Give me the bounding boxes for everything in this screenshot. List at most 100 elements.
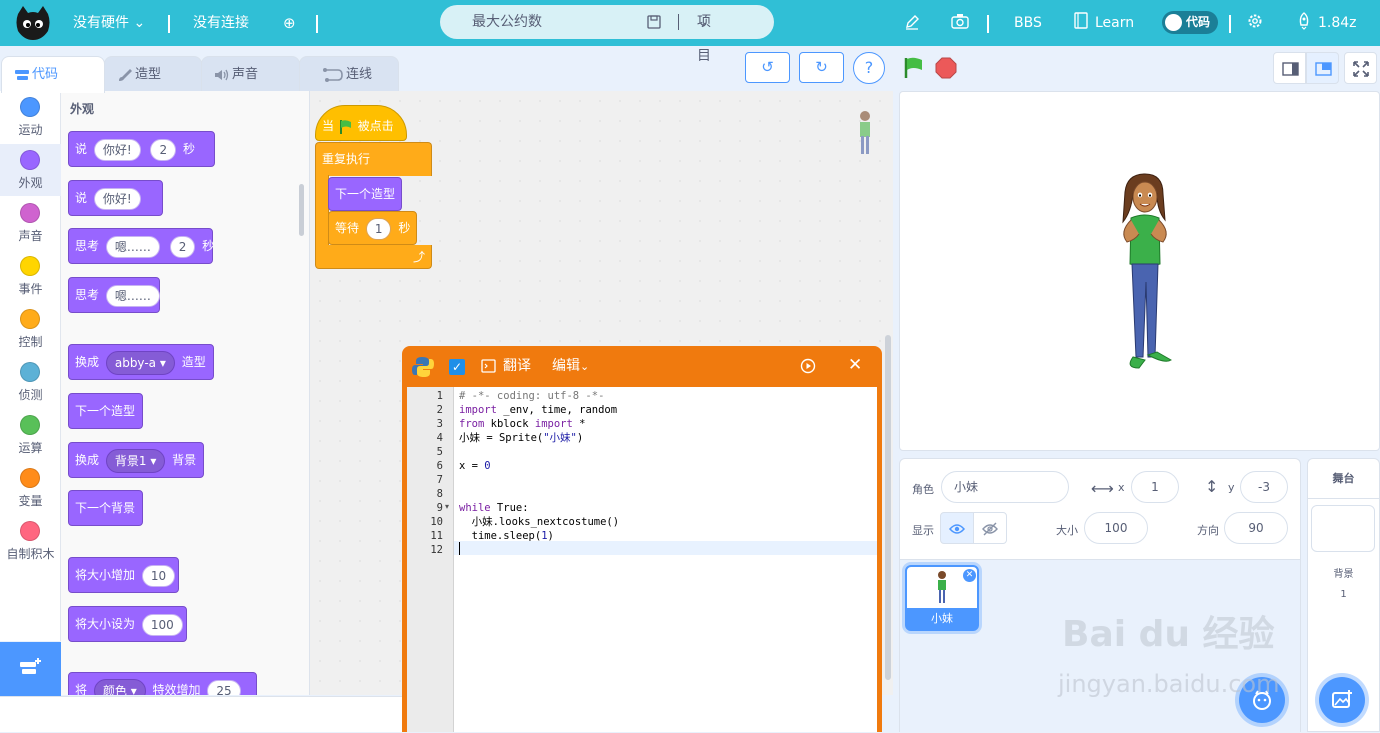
y-input[interactable]: -3	[1240, 471, 1288, 503]
block-input[interactable]: 25	[207, 679, 241, 695]
show-sprite-button[interactable]	[940, 512, 974, 544]
block-switch-costume[interactable]: 换成 abby-a ▾ 造型	[68, 344, 214, 380]
help-button[interactable]: ?	[853, 52, 885, 84]
tab-code[interactable]: 代码	[1, 56, 105, 93]
block-input[interactable]: 2	[150, 138, 177, 161]
direction-label: 方向	[1197, 524, 1219, 537]
when-flag-clicked-block[interactable]: 当 被点击	[315, 105, 407, 141]
redo-button[interactable]: ↻	[799, 52, 844, 83]
block-input[interactable]: 100	[141, 613, 183, 636]
learn-link[interactable]: Learn	[1095, 0, 1134, 46]
stop-icon[interactable]	[935, 57, 957, 79]
category-operators[interactable]: 运算	[0, 409, 61, 461]
cat-logo-icon[interactable]	[14, 4, 52, 42]
category-label: 外观	[18, 176, 43, 190]
block-text: 秒	[398, 221, 411, 235]
globe-icon[interactable]: ⊕	[283, 0, 296, 46]
small-stage-button[interactable]	[1273, 52, 1306, 84]
add-extension-button[interactable]	[0, 642, 61, 696]
block-say-for-secs[interactable]: 说 你好! 2 秒	[68, 131, 215, 167]
category-sensing[interactable]: 侦测	[0, 356, 61, 408]
save-icon[interactable]	[647, 15, 661, 29]
pencil-icon[interactable]	[904, 14, 920, 30]
sync-checkbox[interactable]: ✓	[449, 359, 465, 375]
sprite-thumb-name: 小妹	[907, 608, 977, 629]
script-scrollbar[interactable]	[885, 335, 891, 680]
effect-dropdown[interactable]: 颜色 ▾	[93, 678, 146, 695]
block-switch-backdrop[interactable]: 换成 背景1 ▾ 背景	[68, 442, 204, 478]
block-think[interactable]: 思考 嗯……	[68, 277, 160, 313]
stage-canvas[interactable]	[899, 91, 1380, 451]
python-logo-icon	[412, 357, 434, 377]
code-mode-toggle[interactable]: 代码	[1162, 11, 1218, 34]
palette-scrollbar[interactable]	[299, 184, 304, 236]
project-menu[interactable]: 项目 ⌄	[697, 5, 711, 64]
block-next-costume[interactable]: 下一个造型	[68, 393, 143, 429]
block-input[interactable]: 你好!	[93, 187, 141, 210]
run-icon[interactable]	[800, 358, 816, 374]
script-next-costume-block[interactable]: 下一个造型	[328, 177, 402, 211]
block-input[interactable]: 2	[169, 235, 196, 258]
variables-dot-icon	[20, 468, 40, 488]
block-change-effect[interactable]: 将 颜色 ▾ 特效增加 25	[68, 672, 257, 695]
x-input[interactable]: 1	[1131, 471, 1179, 503]
costume-dropdown[interactable]: abby-a ▾	[105, 350, 175, 375]
line-number: 1	[436, 390, 443, 402]
green-flag-icon[interactable]	[902, 56, 926, 80]
undo-button[interactable]: ↺	[745, 52, 790, 83]
tab-sounds[interactable]: 声音	[201, 56, 300, 92]
choose-backdrop-button[interactable]	[1319, 677, 1365, 723]
block-input[interactable]: 嗯……	[105, 284, 160, 307]
block-input[interactable]: 10	[141, 564, 176, 587]
direction-input[interactable]: 90	[1224, 512, 1288, 544]
edit-menu[interactable]: 编辑⌄	[552, 346, 589, 387]
block-change-size[interactable]: 将大小增加 10	[68, 557, 179, 593]
sprite-name-input[interactable]: 小妹	[941, 471, 1069, 503]
fullscreen-button[interactable]	[1344, 52, 1377, 84]
gear-icon[interactable]	[1247, 13, 1263, 29]
block-input[interactable]: 1	[365, 217, 392, 240]
category-looks[interactable]: 外观	[0, 144, 61, 196]
category-motion[interactable]: 运动	[0, 91, 61, 143]
bbs-link[interactable]: BBS	[1014, 0, 1042, 46]
block-text: 特效增加	[152, 683, 201, 695]
sprite-thumbnail[interactable]: ✕ 小妹	[905, 565, 979, 631]
code-editor[interactable]: 1 2 3 4 5 6 7 8 9 ▾ 10 11 12 # -*- codin…	[407, 387, 877, 732]
fullscreen-icon	[1353, 61, 1369, 77]
tab-costumes[interactable]: 造型	[104, 56, 202, 92]
block-set-size[interactable]: 将大小设为 100	[68, 606, 187, 642]
python-window-header[interactable]: ✓ 翻译 编辑⌄ ✕	[402, 346, 882, 386]
sprite-girl-image[interactable]	[1105, 172, 1185, 377]
delete-sprite-icon[interactable]: ✕	[963, 569, 976, 582]
block-text: 等待	[335, 221, 360, 235]
category-control[interactable]: 控制	[0, 303, 61, 355]
category-my-blocks[interactable]: 自制积木	[0, 515, 61, 567]
category-events[interactable]: 事件	[0, 250, 61, 302]
tab-wiring-label: 连线	[346, 67, 373, 82]
fold-arrow-icon[interactable]: ▾	[445, 502, 449, 511]
large-stage-button[interactable]	[1306, 52, 1339, 84]
forever-block[interactable]: 重复执行	[315, 142, 432, 176]
block-next-backdrop[interactable]: 下一个背景	[68, 490, 143, 526]
hide-sprite-button[interactable]	[973, 512, 1007, 544]
block-input[interactable]: 嗯……	[105, 235, 160, 258]
category-menu: 运动 外观 声音 事件 控制 侦测 运算 变量 自制积木	[0, 91, 61, 641]
block-input[interactable]: 你好!	[93, 138, 141, 161]
hardware-menu[interactable]: 没有硬件 ⌄	[73, 0, 145, 46]
category-variables[interactable]: 变量	[0, 462, 61, 514]
block-think-for-secs[interactable]: 思考 嗯…… 2 秒	[68, 228, 214, 264]
connection-menu[interactable]: 没有连接	[193, 0, 249, 46]
backdrop-thumbnail[interactable]	[1311, 505, 1375, 552]
size-input[interactable]: 100	[1084, 512, 1148, 544]
close-icon[interactable]: ✕	[848, 355, 862, 375]
category-sound[interactable]: 声音	[0, 197, 61, 249]
camera-icon[interactable]	[951, 13, 969, 29]
project-name-input[interactable]: 最大公约数	[472, 5, 542, 39]
current-line-highlight	[454, 541, 877, 555]
block-say[interactable]: 说 你好!	[68, 180, 163, 216]
translate-button[interactable]: 翻译	[503, 346, 531, 386]
backdrop-dropdown[interactable]: 背景1 ▾	[105, 448, 166, 473]
edit-menu-label: 编辑	[552, 358, 580, 374]
wait-block[interactable]: 等待 1 秒	[328, 211, 417, 245]
tab-wiring[interactable]: 连线	[299, 56, 399, 92]
